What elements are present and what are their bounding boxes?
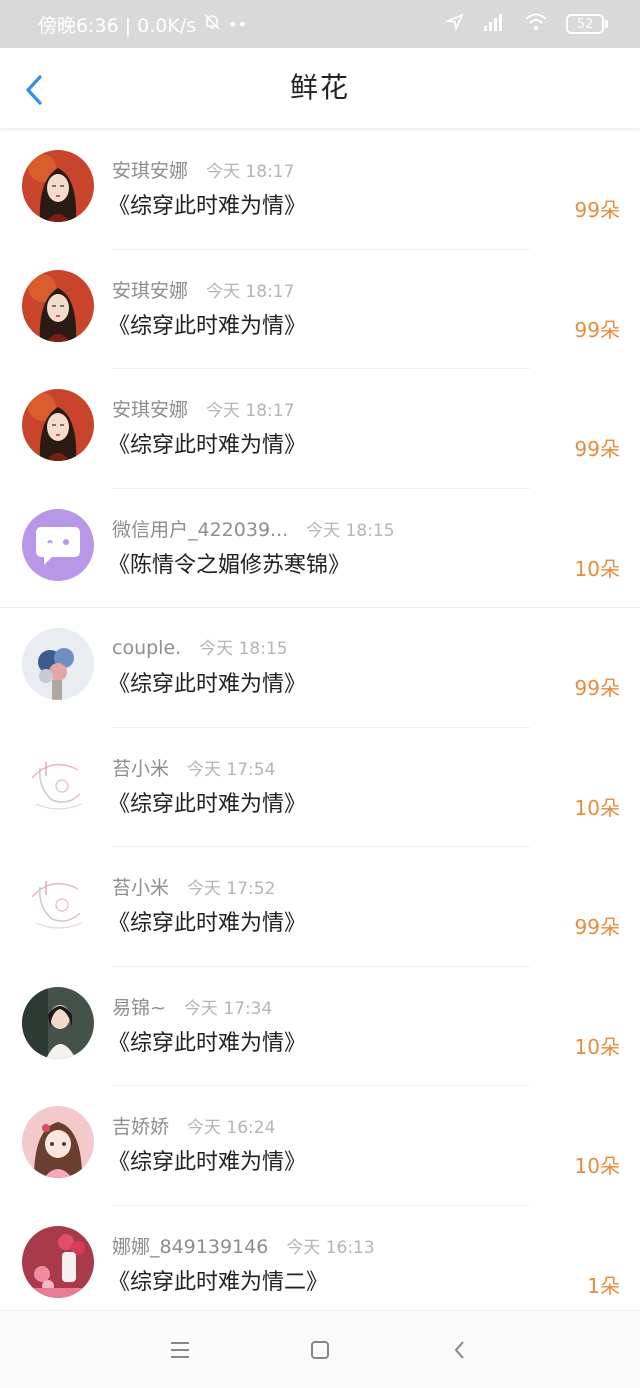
location-icon <box>445 12 464 36</box>
avatar[interactable] <box>22 986 94 1059</box>
battery-level: 52 <box>576 16 594 32</box>
avatar[interactable] <box>22 150 94 222</box>
username: 易锦~ <box>112 996 166 1019</box>
flower-count: 10朵 <box>574 556 620 581</box>
avatar[interactable] <box>22 1106 94 1178</box>
list-item[interactable]: couple. 今天 18:15 《综穿此时难为情》 99朵 <box>0 608 640 728</box>
book-title: 《综穿此时难为情》 <box>108 791 307 817</box>
status-bar: 傍晚6:36 | 0.0K/s •• 52 <box>0 0 640 48</box>
menu-icon <box>171 1341 189 1358</box>
list-item[interactable]: 安琪安娜 今天 18:17 《综穿此时难为情》 99朵 <box>0 369 640 489</box>
flower-gift-list: 安琪安娜 今天 18:17 《综穿此时难为情》 99朵 安琪安娜 今天 18:17 《综穿此… <box>0 130 640 1308</box>
username: 吉娇娇 <box>112 1116 170 1138</box>
list-item[interactable]: 微信用户_422039... 今天 18:15 《陈情令之媚修苏寒锦》 10朵 <box>0 489 640 608</box>
avatar[interactable] <box>22 628 94 700</box>
item-meta: 微信用户_422039... 今天 18:15 <box>112 515 395 542</box>
item-meta: 安琪安娜 今天 18:17 <box>112 156 294 183</box>
timestamp: 今天 17:52 <box>187 879 276 899</box>
list-item[interactable]: 吉娇娇 今天 16:24 《综穿此时难为情》 10朵 <box>0 1086 640 1206</box>
flower-count: 1朵 <box>587 1273 620 1298</box>
battery-icon: 52 <box>566 14 608 34</box>
timestamp: 今天 18:17 <box>206 281 295 302</box>
flower-count: 10朵 <box>574 1034 620 1059</box>
username: 安琪安娜 <box>112 399 189 421</box>
list-item[interactable]: 安琪安娜 今天 18:17 《综穿此时难为情》 99朵 <box>0 250 640 369</box>
avatar[interactable] <box>22 1225 94 1298</box>
avatar[interactable] <box>22 269 94 342</box>
flower-count: 99朵 <box>574 676 620 700</box>
flower-count: 99朵 <box>574 317 620 342</box>
list-item[interactable]: 娜娜_849139146 今天 16:13 《综穿此时难为情二》 1朵 <box>0 1206 640 1309</box>
square-icon <box>311 1340 329 1359</box>
wifi-icon <box>524 12 548 37</box>
book-title: 《综穿此时难为情》 <box>108 313 307 339</box>
book-title: 《综穿此时难为情》 <box>108 1150 307 1175</box>
item-meta: 易锦~ 今天 17:34 <box>112 993 272 1020</box>
username: 安琪安娜 <box>112 160 189 182</box>
flower-count: 99朵 <box>574 198 620 222</box>
item-meta: 安琪安娜 今天 18:17 <box>112 276 294 303</box>
avatar[interactable] <box>22 389 94 461</box>
book-title: 《综穿此时难为情》 <box>108 1030 307 1056</box>
timestamp: 今天 17:54 <box>187 759 276 780</box>
item-meta: 苔小米 今天 17:54 <box>112 754 275 781</box>
timestamp: 今天 16:13 <box>286 1237 375 1258</box>
item-meta: 安琪安娜 今天 18:17 <box>112 395 294 422</box>
back-nav-button[interactable] <box>445 1335 475 1365</box>
timestamp: 今天 18:15 <box>306 520 395 541</box>
book-title: 《综穿此时难为情》 <box>108 911 307 936</box>
username: 娜娜_849139146 <box>112 1235 269 1258</box>
flower-count: 99朵 <box>574 915 620 939</box>
system-nav-bar <box>0 1310 640 1388</box>
item-meta: 苔小米 今天 17:52 <box>112 873 275 900</box>
chevron-left-icon <box>454 1340 464 1359</box>
status-text: 傍晚6:36 | 0.0K/s <box>38 14 197 37</box>
book-title: 《综穿此时难为情》 <box>108 194 307 219</box>
book-title: 《综穿此时难为情》 <box>108 433 307 458</box>
home-nav-button[interactable] <box>305 1335 335 1365</box>
flower-count: 10朵 <box>574 795 620 820</box>
item-meta: couple. 今天 18:15 <box>112 634 288 659</box>
timestamp: 今天 18:17 <box>206 401 295 421</box>
username: 苔小米 <box>112 877 170 899</box>
flower-count: 10朵 <box>574 1154 620 1178</box>
mute-bell-icon <box>202 12 222 37</box>
username: 苔小米 <box>112 757 170 780</box>
book-title: 《综穿此时难为情二》 <box>108 1269 329 1295</box>
username: 安琪安娜 <box>112 279 189 302</box>
timestamp: 今天 18:17 <box>206 162 295 182</box>
avatar[interactable] <box>22 747 94 820</box>
timestamp: 今天 16:24 <box>187 1118 276 1138</box>
signal-icon <box>482 12 506 37</box>
avatar[interactable] <box>22 508 94 581</box>
book-title: 《陈情令之媚修苏寒锦》 <box>108 552 351 578</box>
username: couple. <box>112 637 182 659</box>
username: 微信用户_422039... <box>112 518 289 541</box>
menu-nav-button[interactable] <box>165 1335 195 1365</box>
avatar[interactable] <box>22 867 94 939</box>
item-meta: 娜娜_849139146 今天 16:13 <box>112 1232 375 1259</box>
flower-count: 99朵 <box>574 437 620 461</box>
page-title: 鲜花 <box>289 71 350 104</box>
app-header: 鲜花 <box>0 48 640 129</box>
book-title: 《综穿此时难为情》 <box>108 672 307 697</box>
more-dots-icon: •• <box>228 14 247 34</box>
timestamp: 今天 18:15 <box>199 639 288 659</box>
item-meta: 吉娇娇 今天 16:24 <box>112 1112 275 1139</box>
list-item[interactable]: 易锦~ 今天 17:34 《综穿此时难为情》 10朵 <box>0 967 640 1086</box>
list-item[interactable]: 安琪安娜 今天 18:17 《综穿此时难为情》 99朵 <box>0 130 640 250</box>
timestamp: 今天 17:34 <box>183 998 273 1019</box>
list-item[interactable]: 苔小米 今天 17:52 《综穿此时难为情》 99朵 <box>0 847 640 967</box>
list-item[interactable]: 苔小米 今天 17:54 《综穿此时难为情》 10朵 <box>0 728 640 847</box>
